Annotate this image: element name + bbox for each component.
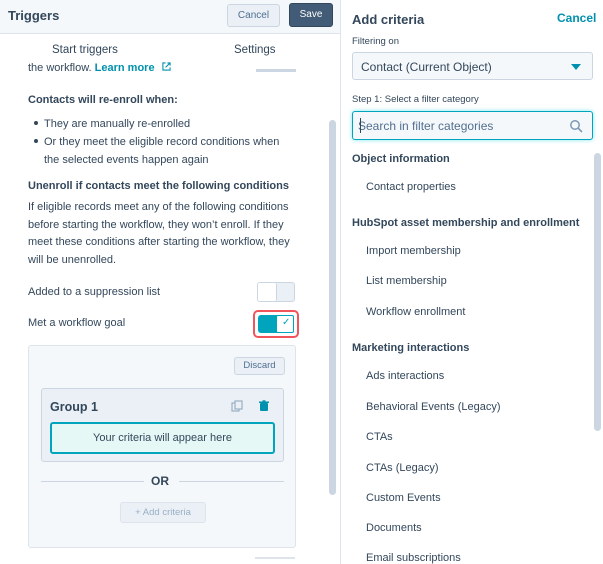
divider [179, 481, 284, 482]
learn-more-link[interactable]: Learn more [95, 62, 155, 74]
workflow-goal-toggle[interactable]: ✓ [258, 315, 294, 333]
tab-start-triggers[interactable]: Start triggers [52, 44, 118, 56]
add-criteria-title: Add criteria [352, 12, 425, 27]
checkmark-icon: ✓ [282, 317, 291, 328]
category-heading-hubspot-assets: HubSpot asset membership and enrollment [352, 217, 580, 229]
step-label: Step 1: Select a filter category [352, 94, 479, 105]
category-item-list-membership[interactable]: List membership [366, 275, 447, 287]
category-item-workflow-enrollment[interactable]: Workflow enrollment [366, 306, 465, 318]
cancel-link[interactable]: Cancel [557, 11, 596, 25]
unenroll-heading: Unenroll if contacts meet the following … [28, 180, 289, 192]
learn-more-line: the workflow. Learn more [28, 62, 171, 74]
object-select-value: Contact (Current Object) [361, 60, 492, 74]
category-item-documents[interactable]: Documents [366, 522, 422, 534]
category-item-behavioral-events-legacy[interactable]: Behavioral Events (Legacy) [366, 401, 501, 413]
search-input[interactable] [358, 115, 563, 136]
category-heading-marketing-interactions: Marketing interactions [352, 342, 470, 354]
suppression-list-label: Added to a suppression list [28, 286, 161, 298]
settings-content: the workflow. Learn more Contacts will r… [0, 60, 326, 564]
add-criteria-panel: Add criteria Cancel Filtering on Contact… [341, 0, 603, 564]
suppression-list-toggle[interactable] [257, 282, 295, 302]
trash-icon[interactable] [258, 400, 270, 412]
text-cursor [360, 118, 361, 133]
triggers-header: Triggers Cancel Save [0, 0, 340, 34]
criteria-group: Group 1 Your criteria will appear here [41, 388, 284, 462]
list-item-continued: the selected events happen again [44, 154, 209, 166]
cut-text: the workflow. [28, 62, 92, 74]
criteria-placeholder[interactable]: Your criteria will appear here [50, 422, 275, 454]
category-item-ctas-legacy[interactable]: CTAs (Legacy) [366, 462, 439, 474]
group-title: Group 1 [50, 400, 98, 414]
list-item: Or they meet the eligible record conditi… [34, 134, 279, 151]
next-toggle-edge [255, 557, 295, 564]
cancel-button[interactable]: Cancel [227, 4, 280, 27]
or-label: OR [151, 474, 169, 488]
unenroll-description: If eligible records meet any of the foll… [28, 201, 290, 266]
category-item-import-membership[interactable]: Import membership [366, 245, 461, 257]
discard-button[interactable]: Discard [234, 357, 285, 375]
reenroll-heading: Contacts will re-enroll when: [28, 94, 178, 106]
save-button[interactable]: Save [289, 3, 333, 27]
filtering-on-label: Filtering on [352, 36, 399, 47]
triggers-title: Triggers [8, 8, 60, 23]
external-link-icon [162, 62, 171, 71]
category-heading-object-information: Object information [352, 153, 450, 165]
reenroll-toggle[interactable] [256, 60, 296, 72]
search-field[interactable] [352, 111, 593, 140]
category-item-email-subscriptions[interactable]: Email subscriptions [366, 552, 461, 564]
workflow-goal-label: Met a workflow goal [28, 317, 126, 329]
goal-criteria-box: Discard Group 1 Your criteria will appea… [28, 345, 296, 548]
category-scrollbar[interactable] [594, 153, 601, 431]
workflow-editor: Triggers Cancel Save Start triggers Sett… [0, 0, 603, 564]
clone-icon[interactable] [231, 400, 243, 412]
category-item-ads-interactions[interactable]: Ads interactions [366, 370, 444, 382]
left-scrollbar[interactable] [329, 120, 336, 495]
object-select[interactable]: Contact (Current Object) [352, 52, 593, 80]
list-item: They are manually re-enrolled [34, 116, 190, 133]
category-item-ctas[interactable]: CTAs [366, 431, 393, 443]
triggers-panel: Triggers Cancel Save Start triggers Sett… [0, 0, 340, 564]
search-icon [570, 120, 583, 133]
caret-down-icon [571, 64, 581, 70]
add-criteria-button[interactable]: + Add criteria [120, 502, 206, 523]
workflow-goal-toggle-highlight: ✓ [253, 310, 299, 338]
category-item-contact-properties[interactable]: Contact properties [366, 181, 456, 193]
category-item-custom-events[interactable]: Custom Events [366, 492, 441, 504]
tab-settings[interactable]: Settings [234, 44, 276, 56]
divider [41, 481, 144, 482]
